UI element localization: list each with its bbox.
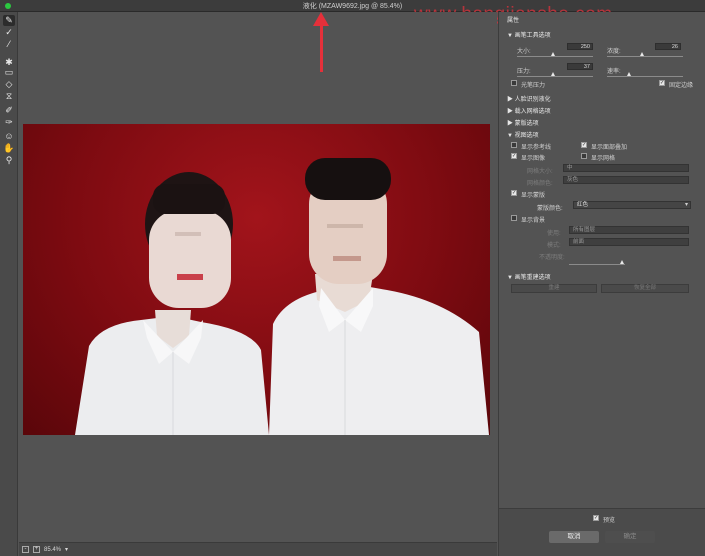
show-face-overlay-checkbox[interactable]: ✓ [581, 142, 587, 148]
section-mask-options[interactable]: ▶ 蒙版选项 [507, 118, 539, 127]
forward-warp-tool-icon[interactable]: ✎ [3, 15, 15, 26]
opacity-label: 不透明度: [539, 255, 565, 261]
mesh-size-label: 网格大小: [527, 169, 553, 175]
density-label: 浓度: [607, 49, 621, 55]
size-input[interactable]: 250 [567, 43, 593, 50]
section-brush-tool-options[interactable]: ▼ 画笔工具选项 [507, 30, 551, 39]
mesh-size-select[interactable]: 中 [563, 164, 689, 172]
show-backdrop-label: 显示背景 [521, 218, 546, 224]
density-input[interactable]: 26 [655, 43, 681, 50]
zoom-out-button[interactable]: - [22, 546, 29, 553]
hand-tool-icon[interactable]: ✋ [3, 143, 15, 154]
mode-label: 模式: [547, 243, 561, 249]
mode-select[interactable]: 前面 [569, 238, 689, 246]
opacity-slider[interactable] [569, 264, 625, 265]
preview-checkbox[interactable]: ✓ [593, 515, 599, 521]
canvas-photo[interactable] [23, 124, 490, 435]
mesh-color-label: 网格颜色: [527, 181, 553, 187]
show-backdrop-checkbox[interactable] [511, 215, 517, 221]
show-image-checkbox[interactable]: ✓ [511, 153, 517, 159]
bloat-tool-icon[interactable]: ◇ [3, 79, 15, 90]
show-mask-label: 显示蒙版 [521, 193, 546, 199]
pin-edges-label: 固定边缘 [669, 83, 694, 89]
cancel-button[interactable]: 取消 [549, 531, 599, 543]
show-guides-label: 显示参考线 [521, 145, 552, 151]
show-mask-checkbox[interactable]: ✓ [511, 190, 517, 196]
reconstruct-tool-icon[interactable]: ✓ [3, 27, 15, 38]
smooth-tool-icon[interactable]: ⁄ [3, 39, 15, 50]
zoom-in-button[interactable]: + [33, 546, 40, 553]
stylus-pressure-label: 光笔压力 [521, 83, 546, 89]
show-face-overlay-label: 显示面部叠加 [591, 145, 628, 151]
mask-color-chevron-icon[interactable]: ▾ [685, 201, 688, 208]
pressure-label: 压力: [517, 69, 531, 75]
zoom-tool-icon[interactable]: ⚲ [3, 155, 15, 166]
section-view-options[interactable]: ▼ 视图选项 [507, 130, 539, 139]
annotation-arrow-shaft [320, 22, 323, 72]
restore-all-button[interactable]: 恢复全部 [601, 284, 689, 293]
push-left-tool-icon[interactable]: ⧖ [3, 91, 15, 102]
opacity-slider-knob[interactable] [620, 260, 624, 264]
zoom-level[interactable]: 85.4% [44, 547, 61, 553]
show-mesh-checkbox[interactable] [581, 153, 587, 159]
ok-button[interactable]: 确定 [605, 531, 655, 543]
section-brush-reconstruct-options[interactable]: ▼ 画笔重建选项 [507, 272, 551, 281]
pressure-input[interactable]: 37 [567, 63, 593, 70]
pucker-tool-icon[interactable]: ▭ [3, 67, 15, 78]
rate-slider[interactable] [607, 76, 683, 77]
panel-footer: ✓ 预览 取消 确定 [499, 508, 705, 556]
freeze-mask-tool-icon[interactable]: ✐ [3, 105, 15, 116]
reconstruct-button[interactable]: 重建 [511, 284, 597, 293]
preview-label: 预览 [603, 518, 616, 524]
rate-label: 速率: [607, 69, 621, 75]
status-bar: - + 85.4% ▾ [19, 542, 497, 556]
density-slider-knob[interactable] [640, 52, 644, 56]
size-slider[interactable] [517, 56, 593, 57]
properties-panel: 属性 ▼ 画笔工具选项 大小: 250 浓度: 26 压力: 37 速率: 光笔… [498, 12, 705, 556]
mask-color-select[interactable]: 红色 [573, 201, 691, 209]
size-slider-knob[interactable] [551, 52, 555, 56]
pressure-slider[interactable] [517, 76, 593, 77]
use-label: 使用: [547, 231, 561, 237]
section-load-mesh-options[interactable]: ▶ 载入网格选项 [507, 106, 551, 115]
rate-slider-knob[interactable] [627, 72, 631, 76]
show-image-label: 显示图像 [521, 156, 546, 162]
size-label: 大小: [517, 49, 531, 55]
zoom-dropdown-chevron-icon[interactable]: ▾ [65, 546, 68, 553]
couple-portrait-image [75, 158, 489, 435]
show-mesh-label: 显示网格 [591, 156, 616, 162]
mesh-color-select[interactable]: 灰色 [563, 176, 689, 184]
density-slider[interactable] [607, 56, 683, 57]
thaw-mask-tool-icon[interactable]: ✑ [3, 117, 15, 128]
section-face-aware-liquify[interactable]: ▶ 人脸识别液化 [507, 94, 551, 103]
pressure-slider-knob[interactable] [551, 72, 555, 76]
face-tool-icon[interactable]: ☺ [3, 131, 15, 142]
pin-edges-checkbox[interactable]: ✓ [659, 80, 665, 86]
show-guides-checkbox[interactable] [511, 142, 517, 148]
liquify-toolbar: ✎ ✓ ⁄ ✱ ▭ ◇ ⧖ ✐ ✑ ☺ ✋ ⚲ [0, 12, 18, 556]
panel-header: 属性 [507, 18, 520, 24]
stylus-pressure-checkbox[interactable] [511, 80, 517, 86]
mask-color-label: 蒙版颜色: [537, 206, 563, 212]
use-select[interactable]: 所有图层 [569, 226, 689, 234]
